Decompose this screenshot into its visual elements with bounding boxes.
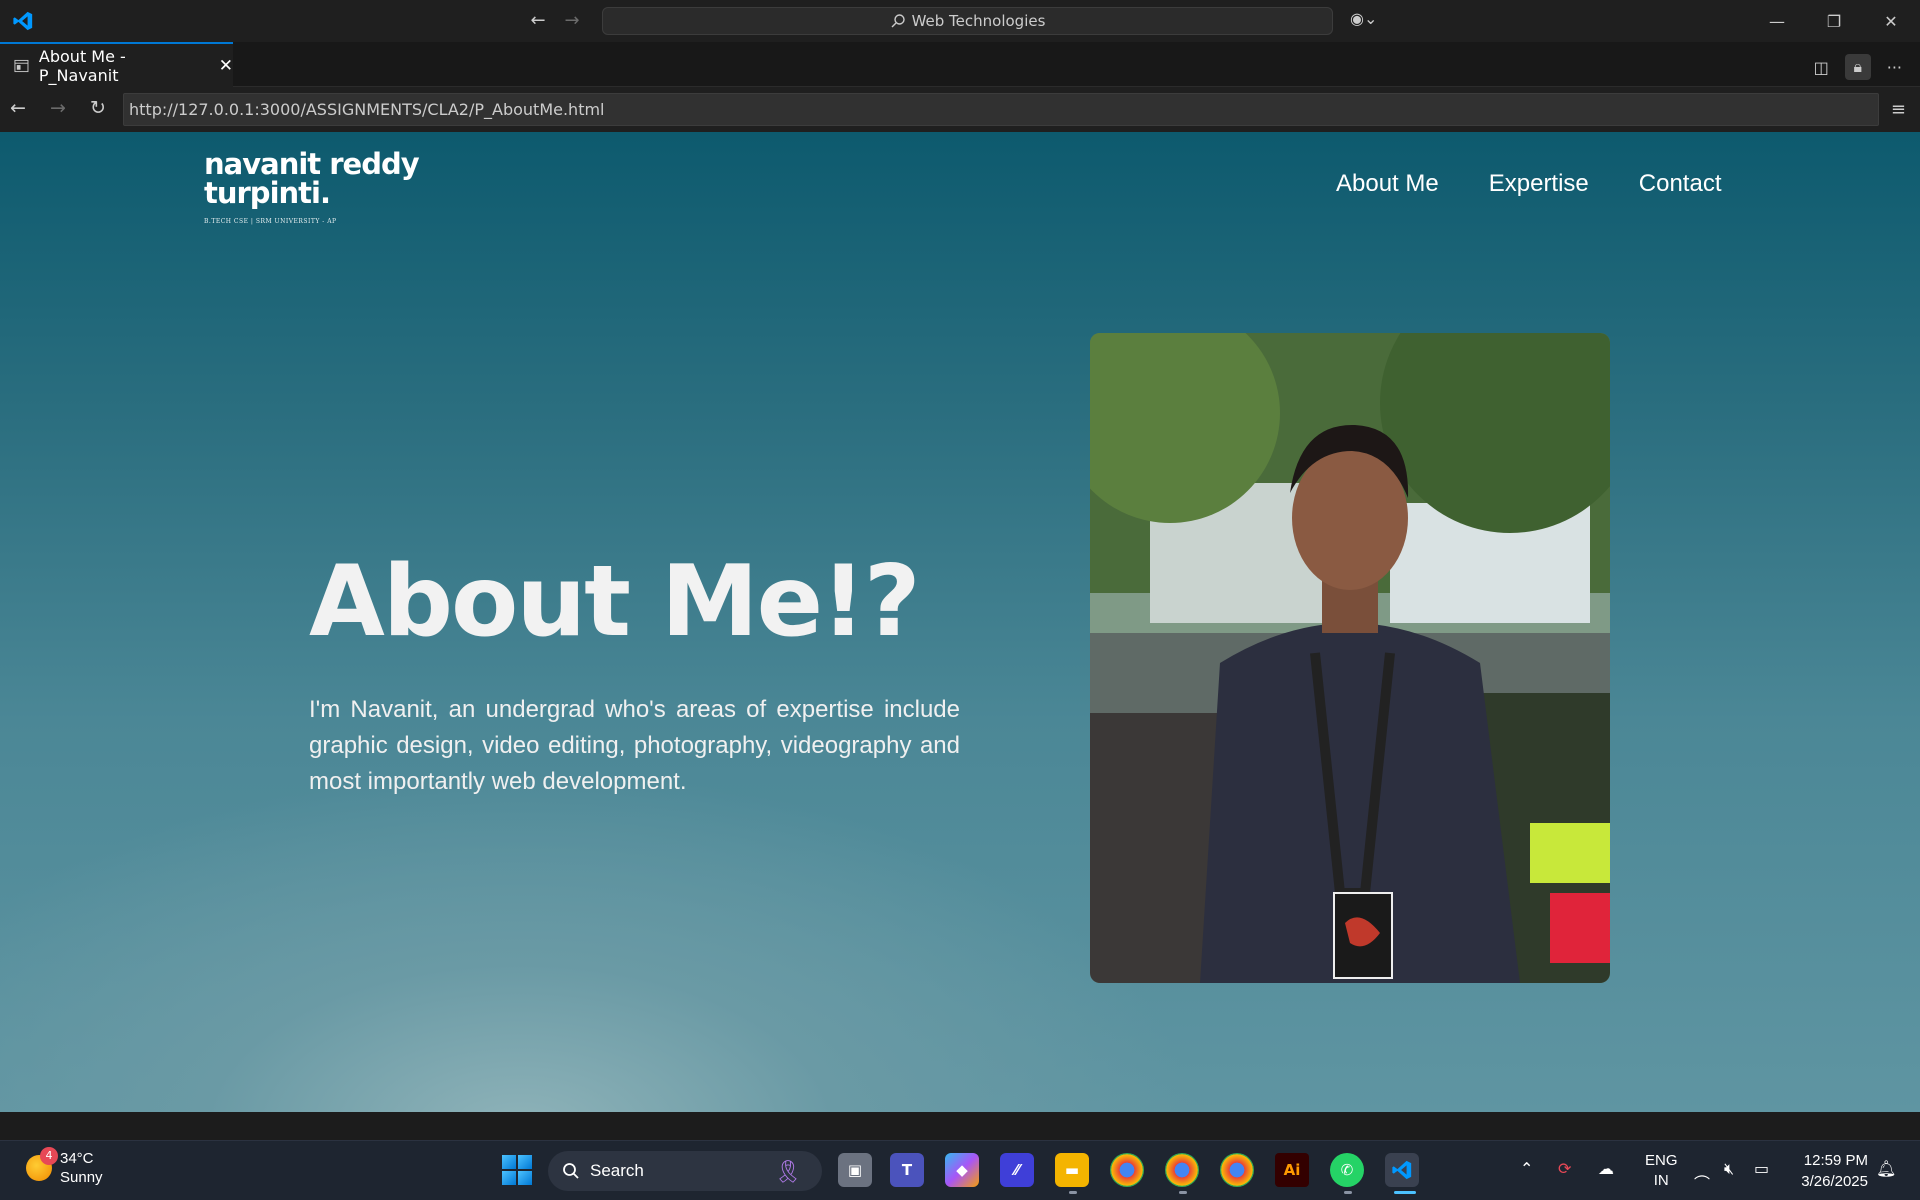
web-page-viewport: navanit reddy turpinti. B.TECH CSE | SRM… [0, 132, 1920, 1112]
lang-line2: IN [1653, 1172, 1669, 1189]
close-icon[interactable]: ✕ [1862, 0, 1920, 42]
logo-line2: turpinti. [204, 176, 331, 210]
editor-tab-bar: About Me - P_Navanit ✕ ◫ 🔒︎ ··· [0, 42, 1920, 87]
task-view-icon[interactable]: ▣ [838, 1153, 872, 1187]
sun-icon: 4 [26, 1147, 58, 1181]
weather-condition: Sunny [60, 1169, 103, 1186]
split-editor-icon[interactable]: ◫ [1814, 58, 1829, 77]
minimize-icon[interactable]: — [1748, 0, 1806, 42]
chrome-icon[interactable] [1110, 1153, 1144, 1187]
onedrive-icon[interactable]: ☁ [1598, 1159, 1614, 1178]
search-icon [891, 14, 905, 28]
notification-icon[interactable]: 🔔︎ [1876, 1159, 1896, 1178]
devtools-divider [0, 1112, 1920, 1140]
url-input[interactable]: http://127.0.0.1:3000/ASSIGNMENTS/CLA2/P… [123, 93, 1879, 126]
lock-icon[interactable]: 🔒︎ [1844, 54, 1871, 80]
reload-icon[interactable]: ↻ [90, 97, 106, 119]
vscode-taskbar-icon[interactable] [1385, 1153, 1419, 1187]
profile-photo [1090, 333, 1610, 983]
awareness-ribbon-icon: 🎗︎ [774, 1159, 802, 1184]
file-explorer-icon[interactable]: ▬ [1055, 1153, 1089, 1187]
site-logo[interactable]: navanit reddy turpinti. [204, 147, 420, 210]
sync-icon[interactable]: ⟳ [1558, 1159, 1571, 1178]
teams-icon[interactable]: T [890, 1153, 924, 1187]
forward-arrow-icon[interactable]: → [562, 10, 582, 31]
browser-forward-icon[interactable]: → [50, 97, 66, 119]
hero-title: About Me!? [309, 545, 921, 659]
browser-back-icon[interactable]: ← [10, 97, 26, 119]
app-icon[interactable]: ⁄⁄ [1000, 1153, 1034, 1187]
clock-date: 3/26/2025 [1801, 1173, 1868, 1190]
more-icon[interactable]: ··· [1887, 58, 1902, 77]
volume-muted-icon[interactable]: 🔇︎ [1724, 1159, 1734, 1179]
search-label: Search [590, 1161, 644, 1180]
logo-line1: navanit reddy [204, 147, 420, 181]
chrome-profile-2-icon[interactable] [1220, 1153, 1254, 1187]
nav-expertise[interactable]: Expertise [1489, 170, 1589, 198]
command-center-search[interactable]: Web Technologies [602, 7, 1333, 35]
chevron-up-icon[interactable]: ⌃ [1520, 1159, 1533, 1178]
copilot-app-icon[interactable]: ◆ [945, 1153, 979, 1187]
hero-description: I'm Navanit, an undergrad who's areas of… [309, 696, 960, 795]
language-indicator[interactable]: ENG IN [1645, 1151, 1678, 1191]
taskbar-search[interactable]: Search 🎗︎ [548, 1151, 822, 1191]
copilot-icon[interactable]: ◉⌄ [1350, 9, 1377, 28]
command-center-label: Web Technologies [911, 12, 1046, 30]
windows-start-icon[interactable] [502, 1155, 532, 1185]
weather-badge: 4 [40, 1147, 58, 1165]
site-nav: About Me Expertise Contact [1336, 170, 1722, 198]
lang-line1: ENG [1645, 1152, 1678, 1169]
clock-time: 12:59 PM [1803, 1152, 1868, 1169]
preview-tab-icon [14, 59, 29, 72]
wifi-icon[interactable]: ︵ [1694, 1159, 1710, 1183]
system-clock[interactable]: 12:59 PM 3/26/2025 [1801, 1150, 1868, 1192]
tab-title: About Me - P_Navanit [38, 46, 126, 85]
weather-widget[interactable]: 4 34°C Sunny [26, 1147, 103, 1187]
battery-icon[interactable]: ▭ [1754, 1159, 1769, 1178]
menu-icon[interactable]: ≡ [1891, 99, 1906, 120]
restore-icon[interactable]: ❐ [1805, 0, 1863, 42]
search-icon [563, 1163, 579, 1179]
nav-contact[interactable]: Contact [1639, 170, 1722, 198]
windows-taskbar: 4 34°C Sunny Search 🎗︎ ▣ T ◆ ⁄⁄ ▬ Ai ✆ ⌃… [0, 1140, 1920, 1200]
vscode-logo-icon [13, 11, 33, 31]
tab-close-icon[interactable]: ✕ [219, 56, 233, 76]
window-titlebar: ← → Web Technologies ◉⌄ — ❐ ✕ [0, 0, 1920, 42]
logo-subtitle: B.TECH CSE | SRM UNIVERSITY - AP [204, 218, 337, 225]
tab-about-me[interactable]: About Me - P_Navanit ✕ [0, 42, 233, 87]
chrome-profile-icon[interactable] [1165, 1153, 1199, 1187]
nav-about-me[interactable]: About Me [1336, 170, 1439, 198]
browser-address-bar: ← → ↻ http://127.0.0.1:3000/ASSIGNMENTS/… [0, 87, 1920, 132]
back-arrow-icon[interactable]: ← [528, 10, 548, 31]
whatsapp-icon[interactable]: ✆ [1330, 1153, 1364, 1187]
weather-temperature: 34°C [60, 1150, 94, 1167]
illustrator-icon[interactable]: Ai [1275, 1153, 1309, 1187]
